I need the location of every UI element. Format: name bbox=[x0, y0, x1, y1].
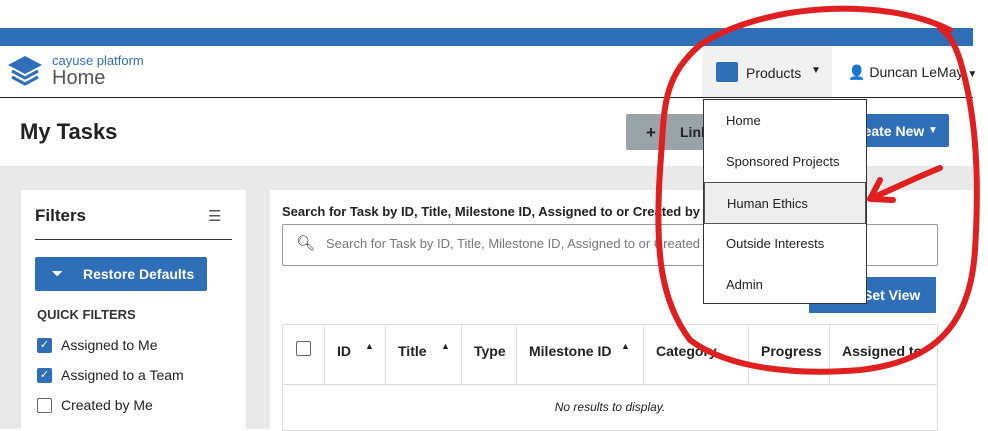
annotation-arrow-shaft bbox=[869, 165, 943, 201]
annotation-circle bbox=[655, 5, 980, 375]
red-annotation-overlay bbox=[655, 5, 980, 375]
